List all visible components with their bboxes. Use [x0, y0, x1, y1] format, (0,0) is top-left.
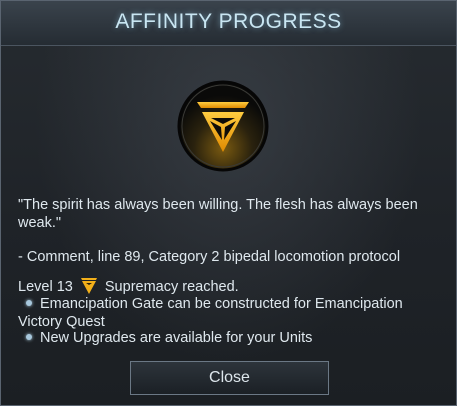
quote-text: "The spirit has always been willing. The…: [18, 197, 418, 231]
dialog-title: AFFINITY PROGRESS: [115, 10, 342, 33]
bullet-icon: [26, 334, 32, 341]
dialog-titlebar: AFFINITY PROGRESS: [1, 1, 456, 46]
bullet-text: Emancipation Gate can be constructed for…: [18, 296, 403, 330]
list-item: New Upgrades are available for your Unit…: [18, 329, 438, 347]
list-item: Emancipation Gate can be constructed for…: [18, 295, 438, 331]
supremacy-status: Supremacy reached.: [104, 279, 239, 295]
bullet-icon: [26, 300, 32, 307]
comment-text: - Comment, line 89, Category 2 bipedal l…: [18, 249, 401, 265]
bullet-text: New Upgrades are available for your Unit…: [40, 330, 313, 346]
level-label: Level 13: [18, 279, 73, 295]
level-line: Level 13 Supremacy reached.: [18, 277, 438, 296]
supremacy-affinity-icon: [177, 80, 269, 172]
affinity-progress-dialog: AFFINITY PROGRESS "The spirit has always…: [0, 0, 457, 406]
supremacy-small-icon: [80, 278, 97, 294]
close-button[interactable]: Close: [130, 361, 329, 395]
